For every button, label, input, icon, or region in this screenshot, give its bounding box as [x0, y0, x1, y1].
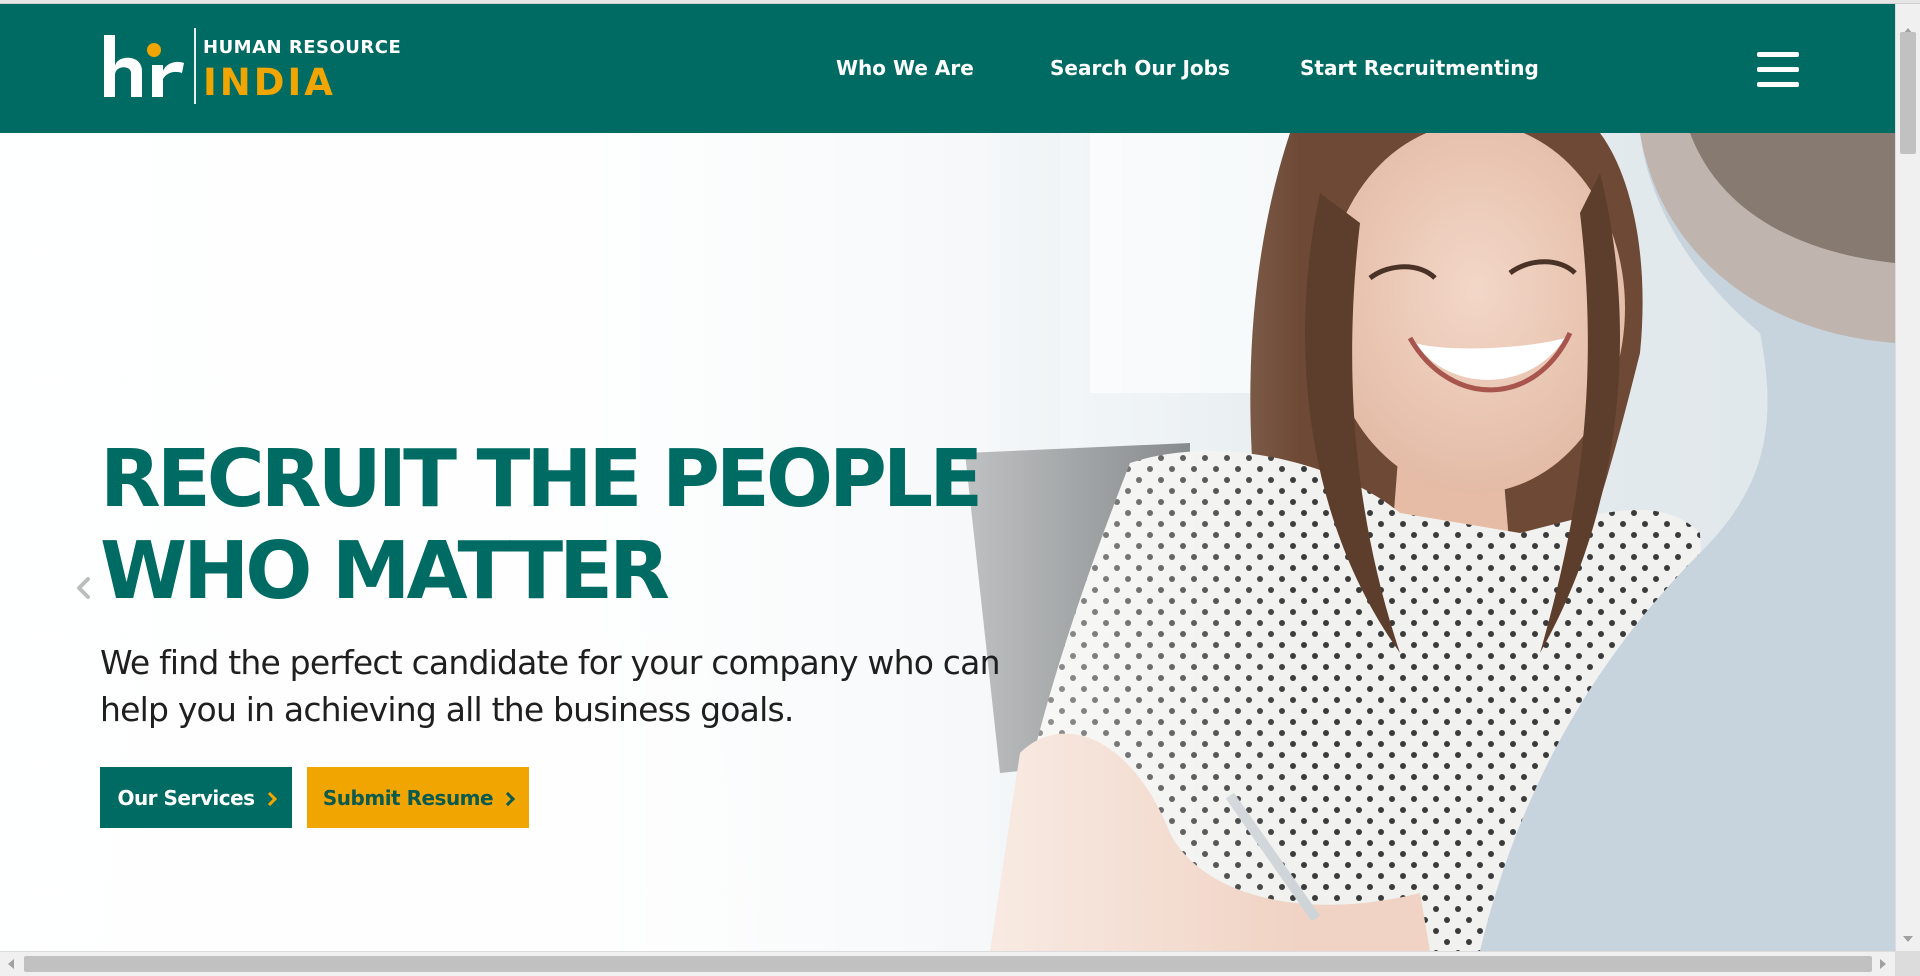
submit-resume-button[interactable]: Submit Resume: [307, 767, 529, 828]
hero-section: RECRUIT THE PEOPLE WHO MATTER We find th…: [0, 133, 1895, 951]
our-services-button[interactable]: Our Services: [100, 767, 292, 828]
hero-headline-line-2: WHO MATTER: [100, 525, 670, 617]
hero-subtext: We find the perfect candidate for your c…: [100, 639, 1100, 733]
scroll-right-arrow-icon[interactable]: [1880, 959, 1886, 969]
logo-text-bottom: INDIA: [203, 61, 336, 104]
logo-text-top: HUMAN RESOURCE: [203, 37, 402, 58]
scroll-left-arrow-icon[interactable]: [8, 959, 14, 969]
vertical-scroll-thumb[interactable]: [1900, 32, 1916, 154]
scrollbar-corner: [1895, 951, 1920, 976]
nav-link-start-recruitmenting[interactable]: Start Recruitmenting: [1300, 56, 1539, 80]
our-services-label: Our Services: [117, 785, 255, 810]
hero-headline: RECRUIT THE PEOPLE WHO MATTER: [100, 433, 983, 617]
hr-logo-mark-icon: [104, 35, 184, 97]
submit-resume-label: Submit Resume: [322, 785, 494, 810]
site-header: HUMAN RESOURCE INDIA Who We Are Search O…: [0, 4, 1895, 133]
chevron-right-icon: [262, 791, 277, 806]
horizontal-scroll-thumb[interactable]: [24, 956, 1872, 972]
hero-subtext-line-2: help you in achieving all the business g…: [100, 690, 794, 729]
chevron-right-icon: [501, 791, 516, 806]
vertical-scrollbar[interactable]: [1895, 4, 1920, 951]
hero-subtext-line-1: We find the perfect candidate for your c…: [100, 643, 1000, 682]
nav-link-search-our-jobs[interactable]: Search Our Jobs: [1050, 56, 1230, 80]
hero-headline-line-1: RECRUIT THE PEOPLE: [100, 433, 983, 525]
brand-logo[interactable]: HUMAN RESOURCE INDIA: [102, 25, 402, 109]
horizontal-scrollbar[interactable]: [0, 951, 1895, 976]
nav-link-who-we-are[interactable]: Who We Are: [836, 56, 974, 80]
chevron-left-icon[interactable]: [72, 573, 94, 603]
scroll-down-arrow-icon[interactable]: [1903, 936, 1913, 942]
logo-divider: [194, 28, 196, 104]
hamburger-menu-icon[interactable]: [1757, 51, 1799, 89]
